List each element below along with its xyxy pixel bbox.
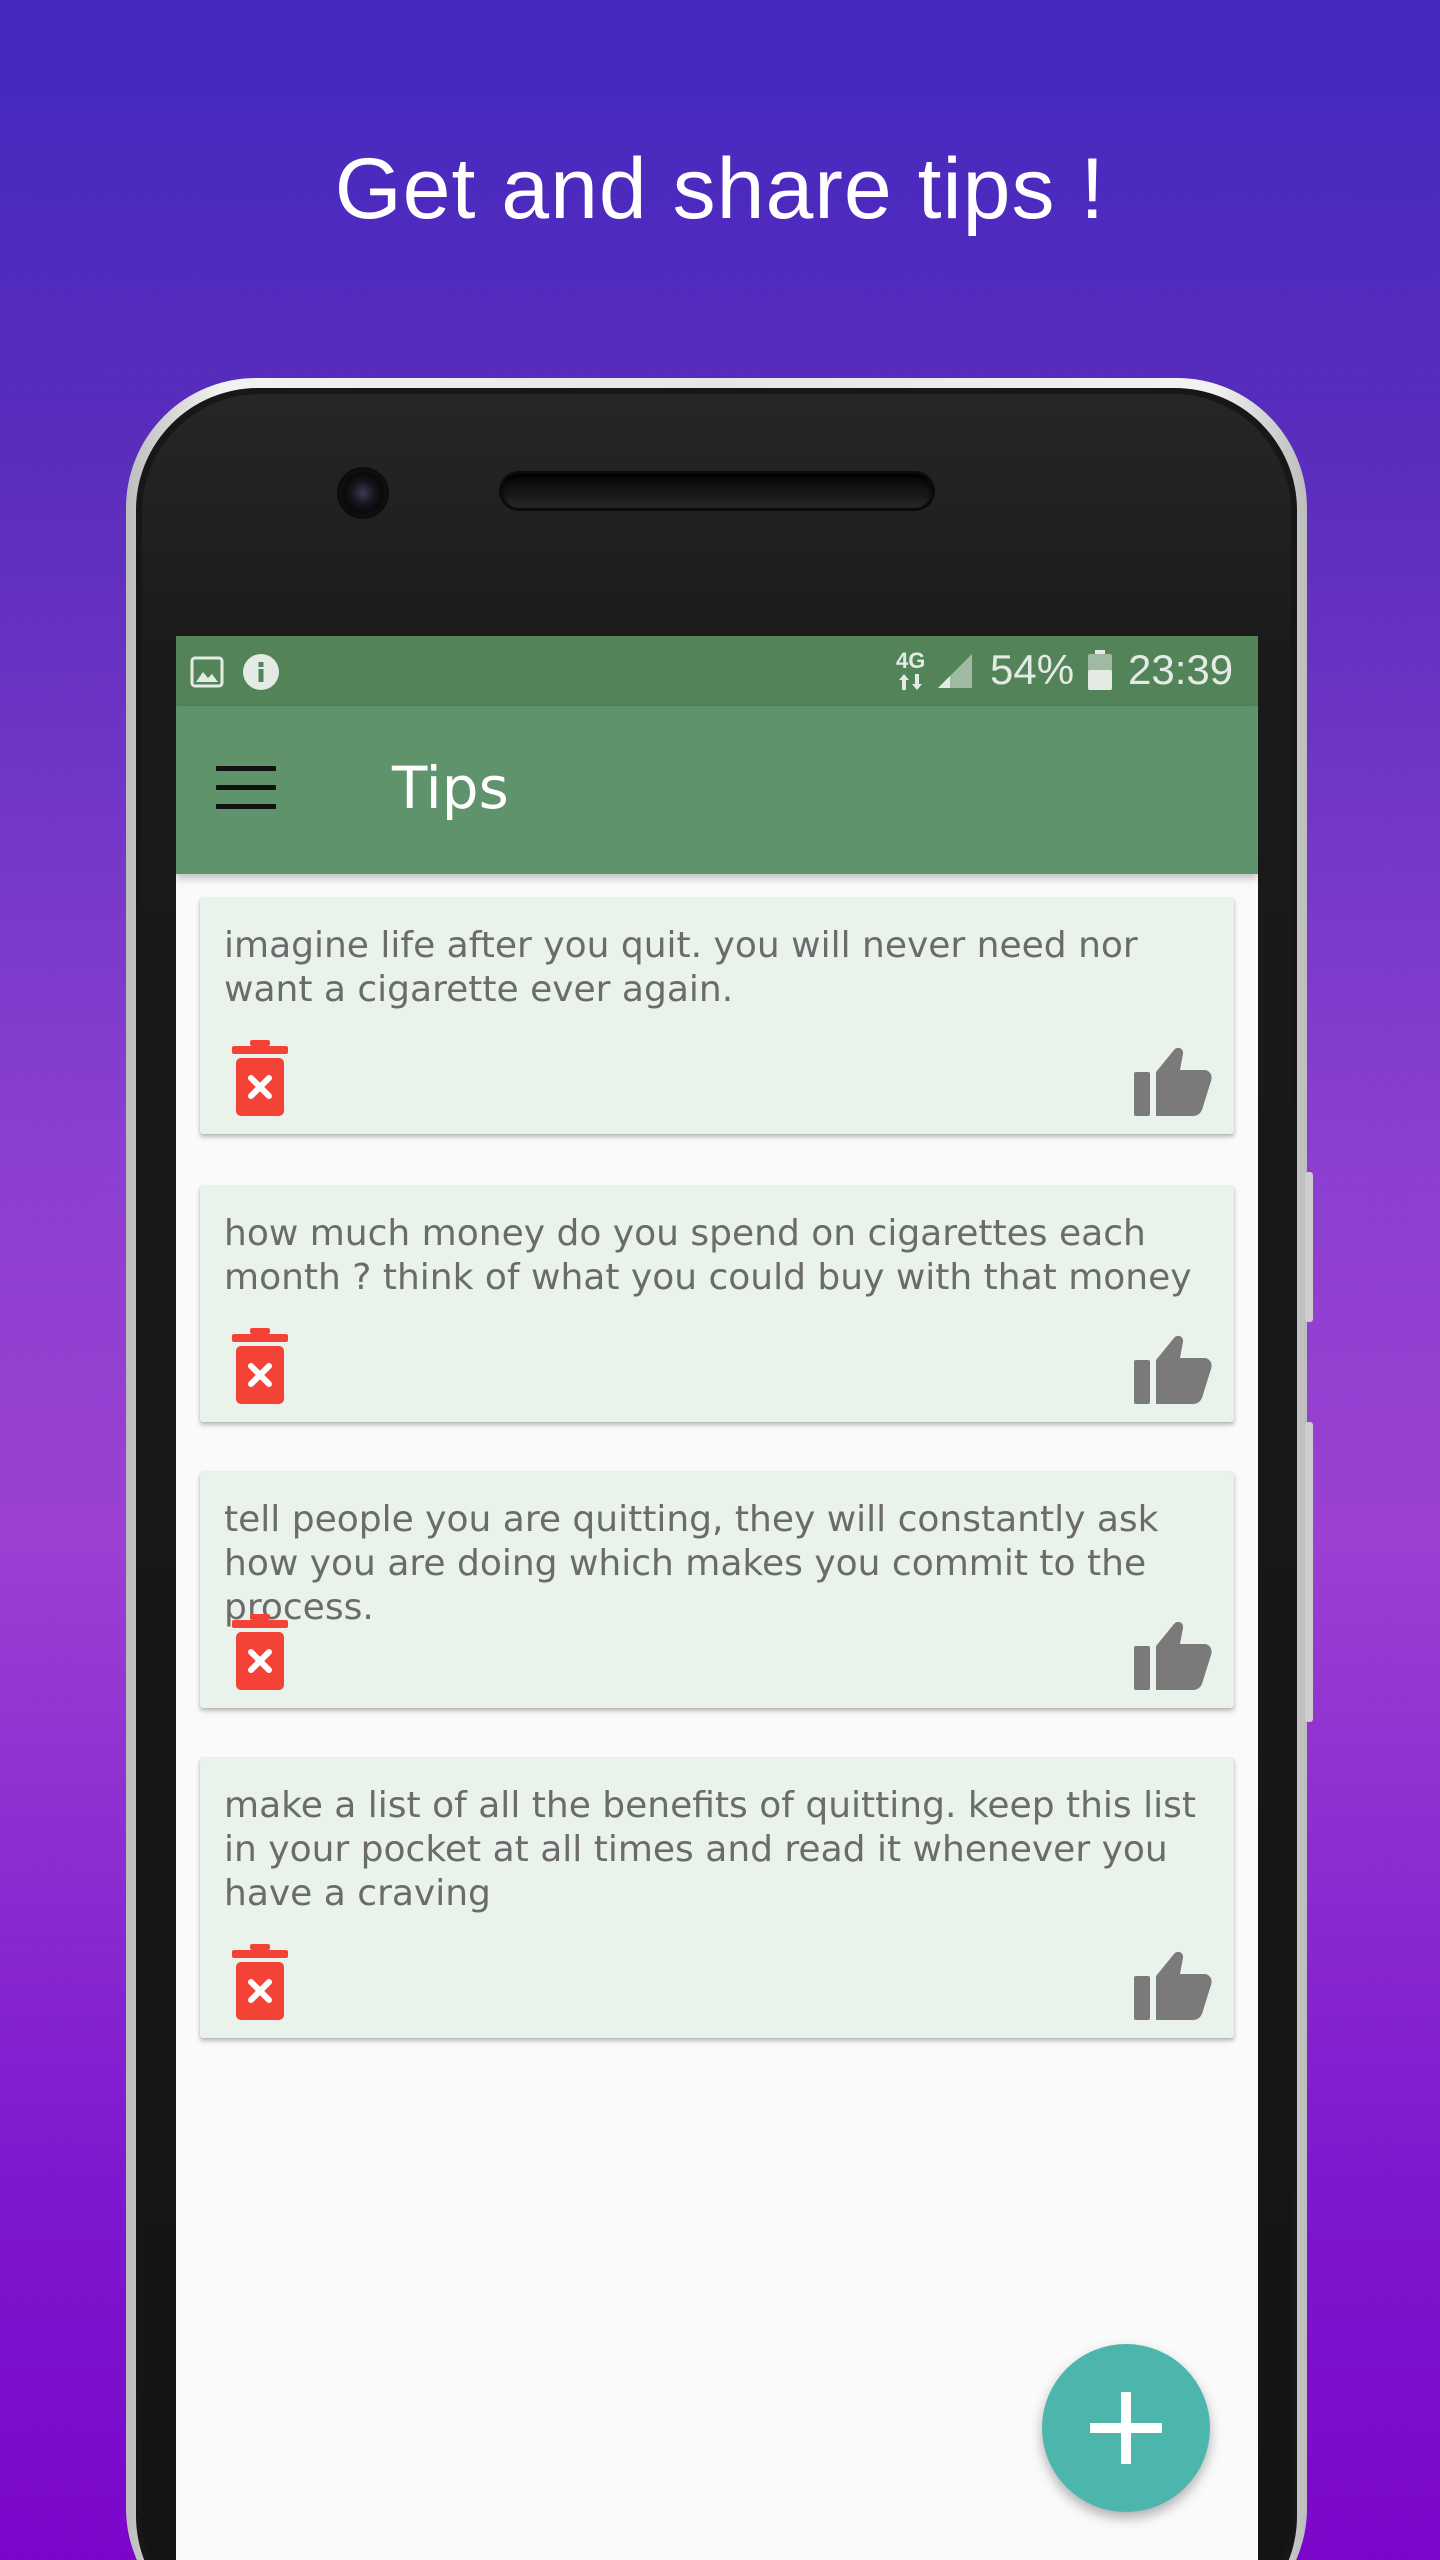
battery-icon	[1088, 650, 1112, 690]
tip-text: how much money do you spend on cigarette…	[224, 1213, 1192, 1298]
tip-text: make a list of all the benefits of quitt…	[224, 1785, 1196, 1914]
promo-headline: Get and share tips !	[334, 141, 1106, 237]
battery-percent: 54%	[990, 646, 1075, 693]
trash-icon[interactable]	[232, 1614, 288, 1690]
tip-text: tell people you are quitting, they will …	[224, 1499, 1159, 1628]
add-tip-button[interactable]	[1042, 2344, 1210, 2512]
tip-card: tell people you are quitting, they will …	[200, 1472, 1234, 1708]
thumbs-up-icon[interactable]	[1134, 1332, 1212, 1404]
signal-icon	[938, 654, 972, 688]
image-icon	[190, 656, 224, 688]
trash-icon[interactable]	[232, 1328, 288, 1404]
tip-card: imagine life after you quit. you will ne…	[200, 898, 1234, 1134]
plus-icon	[1090, 2392, 1162, 2464]
thumbs-up-icon[interactable]	[1134, 1948, 1212, 2020]
app-bar: Tips	[176, 706, 1258, 874]
info-icon	[243, 654, 279, 690]
thumbs-up-icon[interactable]	[1134, 1044, 1212, 1116]
phone-volume-button	[1305, 1422, 1313, 1722]
tip-card: how much money do you spend on cigarette…	[200, 1186, 1234, 1422]
status-bar: 4G 54% 23:39	[176, 636, 1258, 706]
earpiece-speaker	[502, 474, 932, 508]
trash-icon[interactable]	[232, 1040, 288, 1116]
clock: 23:39	[1128, 646, 1234, 693]
menu-icon[interactable]	[216, 766, 276, 814]
tip-text: imagine life after you quit. you will ne…	[224, 925, 1138, 1010]
network-type: 4G	[896, 648, 926, 673]
page-title: Tips	[392, 754, 509, 822]
tip-card: make a list of all the benefits of quitt…	[200, 1758, 1234, 2038]
phone-screen: 4G 54% 23:39 Tips imagine life after you…	[176, 636, 1258, 2560]
data-arrows-icon	[899, 674, 922, 690]
phone-side-button	[1305, 1172, 1313, 1322]
thumbs-up-icon[interactable]	[1134, 1618, 1212, 1690]
trash-icon[interactable]	[232, 1944, 288, 2020]
front-camera	[340, 470, 386, 516]
